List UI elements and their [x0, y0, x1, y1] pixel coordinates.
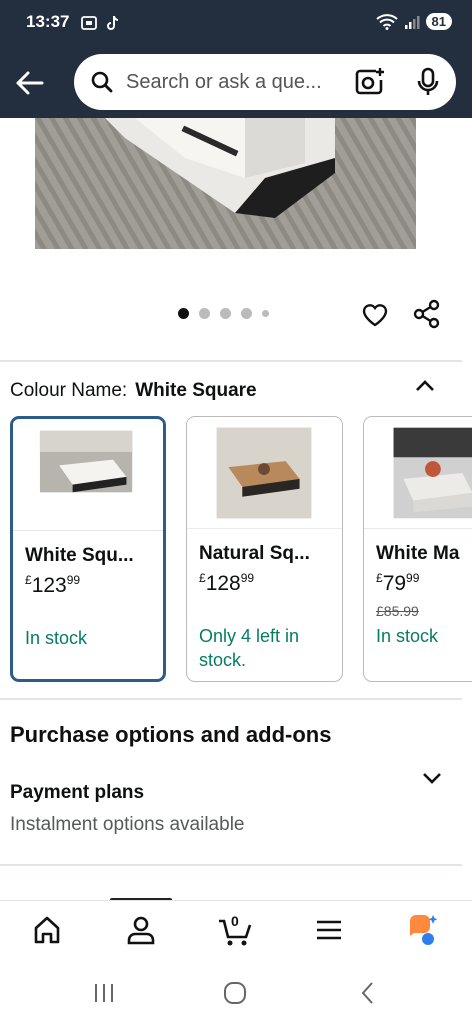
tiktok-icon — [107, 15, 119, 30]
image-carousel-dots — [178, 308, 269, 319]
variant-title: Natural Sq... — [199, 543, 310, 564]
wifi-icon — [375, 13, 398, 30]
section-divider — [0, 698, 462, 700]
expand-payment-plans-button[interactable] — [420, 768, 444, 788]
nav-menu-button[interactable] — [312, 913, 346, 947]
bottom-nav: 0 — [0, 900, 472, 960]
camera-lens-icon — [355, 68, 384, 95]
carousel-dot[interactable] — [199, 308, 210, 319]
share-icon — [413, 299, 440, 329]
variant-price: £12399 — [25, 573, 81, 597]
add-to-wishlist-button[interactable] — [360, 299, 390, 329]
variant-thumbnail — [13, 419, 163, 531]
system-back-icon — [361, 982, 373, 1004]
variant-price: £12899 — [199, 571, 255, 595]
screenshot-icon — [81, 16, 97, 30]
carousel-dot[interactable] — [220, 308, 231, 319]
voice-search-button[interactable] — [412, 66, 444, 98]
back-arrow-icon — [16, 71, 44, 95]
colour-name-label: Colour Name: — [10, 380, 128, 401]
hamburger-menu-icon — [317, 920, 341, 940]
variant-title: White Ma — [376, 543, 460, 564]
nav-cart-button[interactable]: 0 — [218, 913, 252, 947]
ai-assistant-icon — [410, 915, 438, 945]
cart-count-badge: 0 — [231, 913, 239, 929]
search-input[interactable] — [126, 68, 352, 96]
status-notification-icons — [80, 14, 122, 32]
home-icon — [34, 916, 60, 944]
variant-thumbnail — [364, 417, 472, 529]
section-divider — [0, 864, 462, 866]
colour-name-row: Colour Name: White Square — [10, 380, 257, 402]
system-home-button[interactable] — [221, 980, 249, 1006]
system-home-icon — [224, 982, 246, 1004]
marble-table-thumbnail — [364, 417, 472, 529]
nav-account-button[interactable] — [124, 913, 158, 947]
payment-plans-title[interactable]: Payment plans — [10, 782, 144, 804]
nav-rufus-assistant-button[interactable] — [406, 913, 440, 947]
search-box[interactable] — [74, 54, 456, 110]
carousel-dot[interactable] — [178, 308, 189, 319]
battery-indicator: 81 — [425, 13, 452, 30]
share-button[interactable] — [412, 299, 442, 329]
camera-search-button[interactable] — [354, 66, 386, 98]
search-icon — [91, 71, 113, 93]
user-icon — [127, 916, 155, 945]
carousel-dot[interactable] — [241, 308, 252, 319]
product-main-image[interactable] — [35, 118, 416, 249]
variant-was-price: £85.99 — [376, 603, 419, 619]
variant-stock-status: Only 4 left in stock. — [199, 626, 300, 670]
variant-title: White Squ... — [25, 545, 134, 566]
section-divider — [0, 360, 462, 362]
chevron-down-icon — [423, 773, 441, 784]
variant-price: £7999 — [376, 571, 420, 595]
microphone-icon — [417, 67, 439, 95]
purchase-options-heading: Purchase options and add-ons — [10, 722, 332, 747]
natural-table-thumbnail — [187, 417, 342, 529]
carousel-dot[interactable] — [262, 310, 269, 317]
status-bar: 13:37 81 — [0, 0, 472, 48]
search-header — [0, 48, 472, 118]
variant-card-white-marble[interactable]: White Ma £7999 £85.99 In stock — [363, 416, 472, 682]
signal-icon — [404, 15, 420, 29]
payment-plans-subtitle: Instalment options available — [10, 814, 245, 835]
status-time: 13:37 — [26, 12, 70, 31]
variant-stock-status: In stock — [376, 626, 439, 646]
chevron-up-icon — [416, 380, 434, 391]
coffee-table-photo — [35, 118, 416, 249]
variant-stock-status: In stock — [25, 628, 88, 648]
recent-apps-icon — [95, 984, 113, 1002]
system-nav-bar — [0, 960, 472, 1024]
collapse-colour-button[interactable] — [412, 376, 438, 396]
nav-home-button[interactable] — [30, 913, 64, 947]
status-system-icons: 81 — [375, 13, 452, 30]
back-button[interactable] — [12, 65, 48, 101]
recent-apps-button[interactable] — [90, 980, 118, 1006]
variant-thumbnail — [187, 417, 342, 529]
white-table-thumbnail — [13, 421, 163, 529]
heart-icon — [362, 304, 388, 327]
system-back-button[interactable] — [354, 980, 382, 1006]
variant-card-natural-square[interactable]: Natural Sq... £12899 Only 4 left in stock… — [186, 416, 343, 682]
colour-name-value: White Square — [135, 380, 257, 401]
variant-card-white-square[interactable]: White Squ... £12399 In stock — [10, 416, 166, 682]
